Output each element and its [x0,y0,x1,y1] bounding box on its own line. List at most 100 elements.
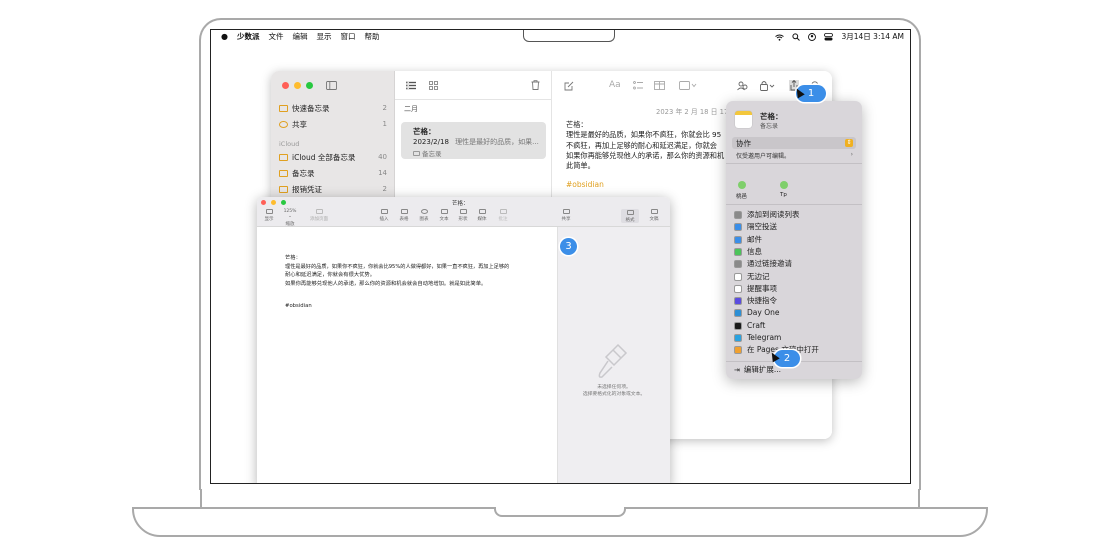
share-item[interactable]: 无边记 [734,271,856,283]
note-card[interactable]: 芒格： 2023/2/18 理性是最好的品质，如果... 备忘录 [401,122,546,159]
menu-datetime[interactable]: 3月14日 3:14 AM [841,30,904,44]
tb-table-button[interactable]: 表格 [395,209,413,222]
share-item-label: 无边记 [747,271,770,281]
note-tag[interactable]: #obsidian [566,180,604,189]
share-item[interactable]: 提醒事项 [734,283,856,295]
menu-file[interactable]: 文件 [268,30,283,44]
tb-view-button[interactable]: 显示 [260,209,278,222]
sidebar-item-icloud-all[interactable]: iCloud 全部备忘录 40 [279,150,387,165]
pages-document[interactable]: 芒格： 理性是最好的品质，如果你不疯狂，你就会比95%的人做得都好，如果一直不疯… [257,227,558,483]
doc-body[interactable]: 芒格： 理性是最好的品质，如果你不疯狂，你就会比95%的人做得都好，如果一直不疯… [285,254,545,311]
icloud-header: iCloud [279,140,300,148]
tb-comment-button[interactable]: 批注 [494,209,512,222]
share-item-label: 信息 [747,246,762,256]
tb-shape-button[interactable]: 形状 [454,209,472,222]
share-target-icon [734,223,742,232]
compose-icon[interactable] [564,81,574,91]
document-icon [650,209,658,214]
list-view-icon[interactable] [406,81,416,90]
sidebar-item-quick-notes[interactable]: 快速备忘录 2 [279,101,387,116]
tb-add-page-button[interactable]: 添加页面 [307,209,331,222]
menu-edit[interactable]: 编辑 [292,30,307,44]
control-center-icon[interactable] [824,33,834,41]
note-line: 理性是最好的品质，如果你不疯狂，你就会比 95 [566,130,722,140]
collab-dropdown[interactable]: 协作 ⇕ [732,137,856,149]
note-card-preview: 理性是最好的品质，如果... [455,138,539,146]
tb-text-button[interactable]: 文本 [435,209,453,222]
menu-window[interactable]: 窗口 [340,30,355,44]
apple-menu-icon[interactable]: ● [221,30,228,44]
share-item-label: 添加到阅读列表 [747,210,800,219]
trash-icon[interactable] [531,80,540,90]
share-item[interactable]: 通过链接邀请 [734,258,856,270]
paintbrush-icon [626,210,634,215]
share-item[interactable]: 快捷指令 [734,295,856,307]
share-item[interactable]: Day One [734,307,856,319]
sidebar-toggle-icon[interactable] [326,81,337,90]
minimize-button[interactable] [271,200,276,205]
sidebar-item-shared[interactable]: 共享 1 [279,117,387,132]
share-item[interactable]: 信息 [734,246,856,258]
tb-zoom-button[interactable]: 125% ⌄ 缩放 [281,209,299,227]
sidebar-item-label: iCloud 全部备忘录 [292,153,356,162]
close-button[interactable] [261,200,266,205]
menu-view[interactable]: 显示 [316,30,331,44]
zoom-button[interactable] [306,82,313,89]
share-item[interactable]: Telegram [734,332,856,344]
person-name: 桃邑 [736,194,748,200]
zoom-button[interactable] [281,200,286,205]
tb-label: 共享 [561,217,571,222]
tb-share-button[interactable]: 共享 [557,209,575,222]
share-item[interactable]: Craft [734,320,856,332]
tb-label: 显示 [264,217,274,222]
doc-line: 芒格： [285,255,301,261]
view-icon [265,209,273,214]
share-item-label: 编辑扩展... [743,365,782,374]
menu-help[interactable]: 帮助 [364,30,379,44]
tb-insert-button[interactable]: 插入 [375,209,393,222]
collaborate-icon[interactable] [737,81,748,91]
search-icon[interactable] [792,33,801,41]
close-button[interactable] [282,82,289,89]
lock-icon[interactable] [760,80,775,91]
table-icon[interactable] [654,81,665,90]
share-item[interactable]: 添加到阅读列表 [734,209,856,221]
table-icon [400,209,408,214]
note-body[interactable]: 芒格： 理性是最好的品质，如果你不疯狂，你就会比 95 不疯狂，再加上足够的耐心… [566,120,736,171]
chart-icon [420,209,428,214]
tb-label: 形状 [458,217,468,222]
sidebar-item-notes[interactable]: 备忘录 14 [279,166,387,181]
media-icon[interactable] [679,81,697,90]
person-avatar[interactable] [780,181,788,189]
sidebar-item-count: 14 [378,169,387,177]
user-account-icon[interactable] [808,33,817,41]
tb-format-button[interactable]: 格式 [621,209,639,223]
permission-label[interactable]: 仅受邀用户可编辑。 [736,151,790,160]
collab-label: 协作 [736,139,751,148]
person-avatar[interactable] [738,181,746,189]
menu-app[interactable]: 少数派 [237,30,260,44]
tb-chart-button[interactable]: 图表 [415,209,433,222]
doc-line: 理性是最好的品质，如果你不疯狂，你就会比95%的人做得都好，如果一直不疯狂，再加… [285,263,510,270]
gallery-view-icon[interactable] [429,81,438,90]
comment-icon [499,209,507,214]
tb-label: 图表 [419,217,429,222]
zoom-value: 125% ⌄ [283,209,297,219]
format-text-icon[interactable]: Aa [609,80,621,90]
tb-document-button[interactable]: 文稿 [645,209,663,222]
share-item[interactable]: 隔空投送 [734,221,856,233]
insert-icon [380,209,388,214]
checklist-icon[interactable] [633,81,643,90]
tb-media-button[interactable]: 媒体 [473,209,491,222]
sidebar-item-receipts[interactable]: 报销凭证 2 [279,182,387,197]
wifi-icon[interactable] [775,34,785,41]
folder-icon [279,170,288,177]
tb-label: 文本 [439,217,449,222]
share-item[interactable]: 邮件 [734,234,856,246]
minimize-button[interactable] [294,82,301,89]
sidebar-item-count: 2 [382,104,387,112]
share-icon [562,209,570,214]
share-item-label: 邮件 [747,234,762,244]
tb-label: 插入 [379,217,389,222]
tb-label: 表格 [399,217,409,222]
